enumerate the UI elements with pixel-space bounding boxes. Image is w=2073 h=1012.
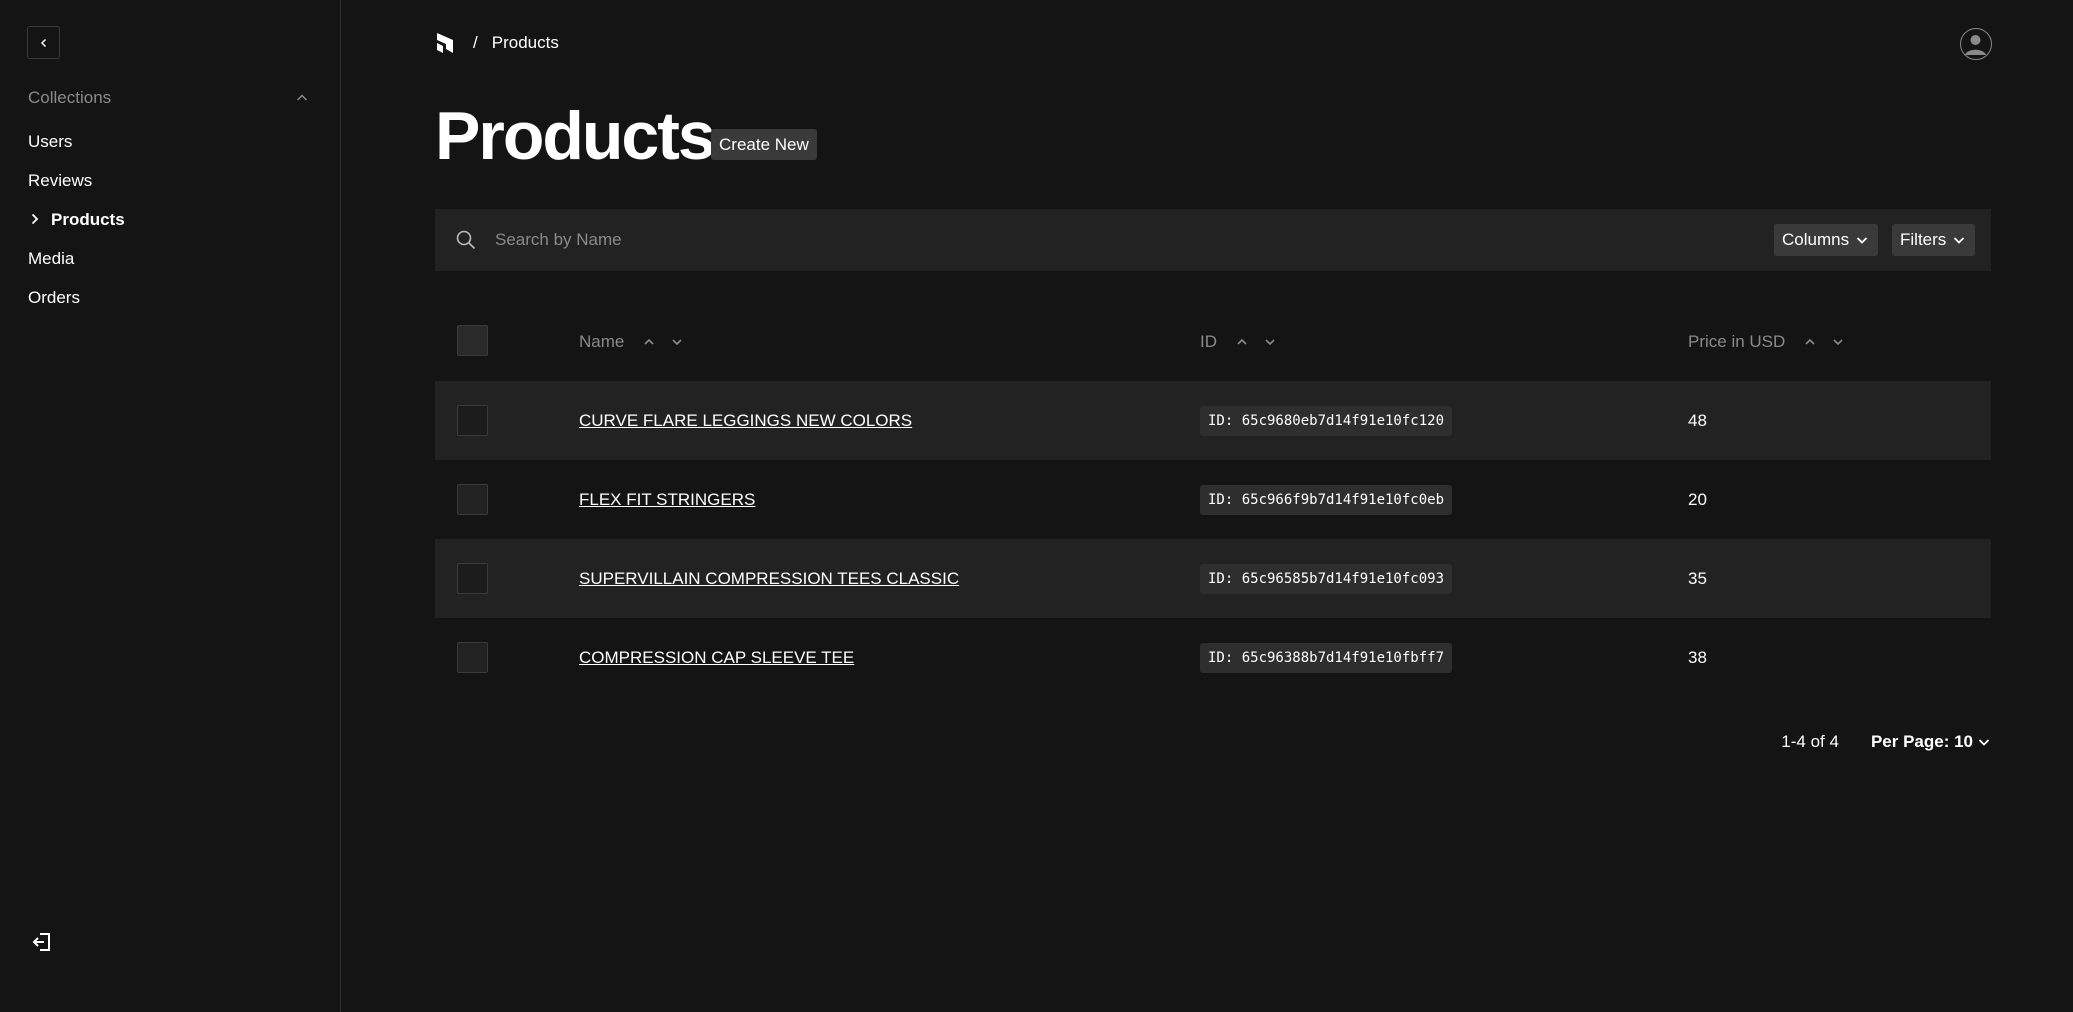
breadcrumb-current: Products (491, 33, 559, 52)
product-link[interactable]: FLEX FIT STRINGERS (579, 490, 755, 510)
collapse-sidebar-button[interactable] (27, 26, 60, 59)
cell-name: CURVE FLARE LEGGINGS NEW COLORS (579, 381, 912, 460)
column-header-price: Price in USD (1688, 330, 1845, 354)
chevron-up-icon (1805, 338, 1815, 345)
chevron-up-icon (1237, 338, 1247, 345)
sidebar-item-label: Orders (28, 287, 80, 307)
pagination: 1-4 of 4 Per Page: 10 (435, 730, 1991, 754)
avatar[interactable] (1960, 28, 1992, 60)
main-content: / Products Products Create New Columns (435, 0, 1992, 1012)
row-checkbox[interactable] (457, 563, 488, 594)
cell-name: COMPRESSION CAP SLEEVE TEE (579, 618, 854, 697)
user-icon (1965, 35, 1986, 55)
sidebar-item-label: Reviews (28, 170, 93, 190)
columns-label: Columns (1782, 230, 1850, 249)
breadcrumb: / Products (435, 30, 559, 56)
search-icon (456, 230, 476, 250)
chevron-down-icon (672, 339, 682, 346)
chevron-right-icon (31, 213, 39, 225)
columns-button[interactable]: Columns (1774, 224, 1879, 256)
chevron-down-icon (1833, 339, 1843, 346)
logout-icon (32, 933, 50, 951)
collections-toggle[interactable]: Collections (28, 86, 309, 110)
cell-id: ID: 65c966f9b7d14f91e10fc0eb (1200, 460, 1453, 539)
cell-price: 35 (1688, 568, 1707, 588)
sort-descending-button[interactable] (1263, 335, 1277, 349)
cell-id: ID: 65c96585b7d14f91e10fc093 (1200, 539, 1453, 618)
column-header-label: Price in USD (1688, 332, 1786, 351)
id-badge: ID: 65c9680eb7d14f91e10fc120 (1200, 405, 1453, 436)
search-input[interactable] (495, 225, 1595, 255)
cell-name: SUPERVILLAIN COMPRESSION TEES CLASSIC (579, 539, 959, 618)
collections-label: Collections (28, 88, 112, 107)
payload-logo-icon[interactable] (435, 31, 455, 55)
sort-ascending-button[interactable] (642, 335, 656, 349)
app: Collections Users Reviews Products Media (0, 0, 2073, 1012)
chevron-down-icon (1954, 237, 1965, 244)
table-row: CURVE FLARE LEGGINGS NEW COLORS ID: 65c9… (435, 381, 1991, 460)
table-header: Name ID Price in USD (435, 301, 1991, 381)
sort-ascending-button[interactable] (1803, 335, 1817, 349)
product-link[interactable]: CURVE FLARE LEGGINGS NEW COLORS (579, 411, 912, 431)
sidebar-nav: Users Reviews Products Media Orders (28, 122, 318, 317)
product-link[interactable]: SUPERVILLAIN COMPRESSION TEES CLASSIC (579, 569, 959, 589)
row-checkbox[interactable] (457, 484, 488, 515)
sidebar-item-orders[interactable]: Orders (28, 278, 318, 317)
sidebar-item-users[interactable]: Users (28, 122, 318, 161)
sidebar-item-media[interactable]: Media (28, 239, 318, 278)
create-new-button[interactable]: Create New (711, 129, 817, 160)
chevron-up-icon (296, 94, 308, 101)
cell-name: FLEX FIT STRINGERS (579, 460, 755, 539)
id-badge: ID: 65c96388b7d14f91e10fbff7 (1200, 642, 1453, 673)
row-checkbox[interactable] (457, 405, 488, 436)
row-checkbox[interactable] (457, 642, 488, 673)
cell-id: ID: 65c9680eb7d14f91e10fc120 (1200, 381, 1453, 460)
chevron-up-icon (644, 338, 654, 345)
table-row: FLEX FIT STRINGERS ID: 65c966f9b7d14f91e… (435, 460, 1991, 539)
sidebar-item-label: Users (28, 131, 73, 151)
column-header-label: ID (1200, 332, 1217, 351)
table-row: COMPRESSION CAP SLEEVE TEE ID: 65c96388b… (435, 618, 1991, 697)
sort-ascending-button[interactable] (1235, 335, 1249, 349)
cell-price: 20 (1688, 489, 1707, 509)
chevron-down-icon (1978, 739, 1990, 746)
sidebar: Collections Users Reviews Products Media (0, 0, 341, 1012)
page-title: Products (435, 98, 716, 174)
sidebar-item-label: Media (28, 248, 75, 268)
column-header-name: Name (579, 330, 684, 354)
column-header-id: ID (1200, 330, 1277, 354)
table-row: SUPERVILLAIN COMPRESSION TEES CLASSIC ID… (435, 539, 1991, 618)
sidebar-item-reviews[interactable]: Reviews (28, 161, 318, 200)
cell-price: 48 (1688, 410, 1707, 430)
sidebar-item-label: Products (51, 209, 125, 229)
cell-price: 38 (1688, 647, 1707, 667)
column-header-label: Name (579, 332, 625, 351)
chevron-left-icon (40, 38, 46, 47)
per-page-select[interactable]: Per Page: 10 (1871, 732, 1991, 752)
cell-id: ID: 65c96388b7d14f91e10fbff7 (1200, 618, 1453, 697)
sort-descending-button[interactable] (1831, 335, 1845, 349)
chevron-down-icon (1265, 339, 1275, 346)
search-bar: Columns Filters (435, 209, 1991, 271)
id-badge: ID: 65c96585b7d14f91e10fc093 (1200, 563, 1453, 594)
select-all-checkbox[interactable] (457, 325, 488, 356)
logout-button[interactable] (28, 928, 56, 956)
product-link[interactable]: COMPRESSION CAP SLEEVE TEE (579, 648, 854, 668)
sort-descending-button[interactable] (670, 335, 684, 349)
chevron-down-icon (1856, 237, 1868, 244)
id-badge: ID: 65c966f9b7d14f91e10fc0eb (1200, 484, 1453, 515)
filters-button[interactable]: Filters (1892, 224, 1976, 256)
filters-label: Filters (1900, 230, 1947, 249)
per-page-label: Per Page: 10 (1870, 732, 1973, 751)
products-table: Name ID Price in USD CURVE FLARE LEGGING… (435, 301, 1991, 697)
sidebar-item-products[interactable]: Products (28, 200, 318, 239)
breadcrumb-separator: / (473, 33, 478, 52)
page-info: 1-4 of 4 (1781, 732, 1839, 751)
